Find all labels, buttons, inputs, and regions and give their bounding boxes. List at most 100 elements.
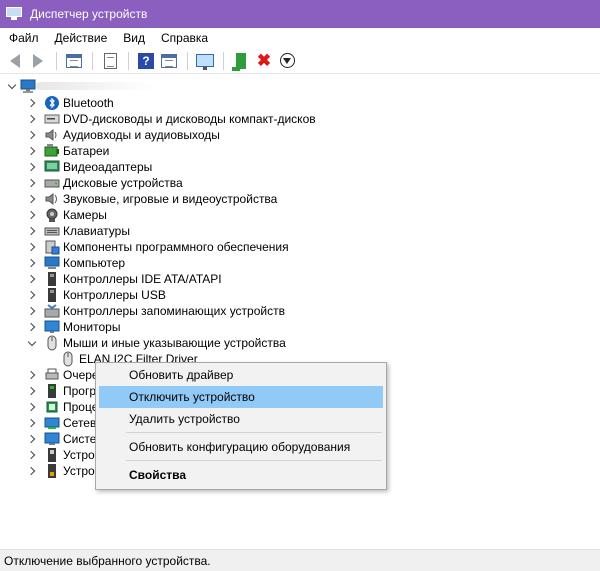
device-category[interactable]: Bluetooth xyxy=(0,95,600,111)
device-category[interactable]: Звуковые, игровые и видеоустройства xyxy=(0,191,600,207)
title-bar: Диспетчер устройств xyxy=(0,0,600,28)
chevron-right-icon[interactable] xyxy=(26,431,38,447)
device-category[interactable]: Контроллеры USB xyxy=(0,287,600,303)
show-hide-console-tree-button[interactable] xyxy=(63,50,85,72)
forward-button[interactable] xyxy=(27,50,49,72)
tree-item-label: Клавиатуры xyxy=(63,224,130,238)
tree-item-label: Контроллеры USB xyxy=(63,288,166,302)
chevron-right-icon[interactable] xyxy=(26,159,38,175)
hid-icon xyxy=(48,448,56,462)
ctx-disable-device[interactable]: Отключить устройство xyxy=(99,386,383,408)
tree-item-label: Батареи xyxy=(63,144,110,158)
speaker-icon xyxy=(45,129,57,141)
tree-item-label: Bluetooth xyxy=(63,96,114,110)
uninstall-x-icon: ✖ xyxy=(256,51,272,70)
chevron-right-icon[interactable] xyxy=(26,239,38,255)
device-category[interactable]: Контроллеры запоминающих устройств xyxy=(0,303,600,319)
tree-item-label: Компоненты программного обеспечения xyxy=(63,240,289,254)
chevron-right-icon[interactable] xyxy=(26,95,38,111)
chevron-right-icon[interactable] xyxy=(26,191,38,207)
computer-root-icon xyxy=(20,79,36,93)
scan-hardware-button[interactable] xyxy=(194,50,216,72)
tree-item-label: Контроллеры запоминающих устройств xyxy=(63,304,285,318)
help-icon: ? xyxy=(138,52,154,69)
chevron-right-icon[interactable] xyxy=(26,111,38,127)
print-queue-icon xyxy=(45,368,59,380)
tree-item-label: Мониторы xyxy=(63,320,121,334)
chevron-right-icon[interactable] xyxy=(26,463,38,479)
monitor-icon xyxy=(44,320,60,333)
help-button[interactable]: ? xyxy=(135,50,157,72)
chevron-right-icon[interactable] xyxy=(26,143,38,159)
device-category[interactable]: DVD-дисководы и дисководы компакт-дисков xyxy=(0,111,600,127)
status-bar: Отключение выбранного устройства. xyxy=(0,549,600,571)
device-category[interactable]: Компьютер xyxy=(0,255,600,271)
console-tree-icon xyxy=(66,53,82,68)
system-device-icon xyxy=(44,432,60,445)
device-manager-icon xyxy=(6,7,22,21)
toolbar-separator xyxy=(223,51,224,70)
toolbar-separator xyxy=(56,51,57,70)
device-category[interactable]: Аудиовходы и аудиовыходы xyxy=(0,127,600,143)
camera-icon xyxy=(46,208,58,222)
tree-item-label: Компьютер xyxy=(63,256,126,270)
menu-help[interactable]: Справка xyxy=(152,31,215,45)
menu-action[interactable]: Действие xyxy=(46,31,115,45)
scan-hardware-icon xyxy=(196,54,214,70)
tree-item-label: Мыши и иные указывающие устройства xyxy=(63,336,286,350)
ctx-separator xyxy=(126,460,382,461)
chevron-right-icon[interactable] xyxy=(26,271,38,287)
chevron-right-icon[interactable] xyxy=(26,415,38,431)
chevron-right-icon[interactable] xyxy=(26,175,38,191)
chevron-right-icon[interactable] xyxy=(26,127,38,143)
chevron-right-icon[interactable] xyxy=(26,319,38,335)
ctx-uninstall-device[interactable]: Удалить устройство xyxy=(99,408,383,430)
device-category[interactable]: Клавиатуры xyxy=(0,223,600,239)
update-driver-button[interactable] xyxy=(230,50,252,72)
device-category[interactable]: Видеоадаптеры xyxy=(0,159,600,175)
software-device-icon xyxy=(48,384,56,398)
dvd-drive-icon xyxy=(44,114,60,124)
software-component-icon xyxy=(45,240,60,255)
menu-view[interactable]: Вид xyxy=(114,31,152,45)
device-category[interactable]: Мониторы xyxy=(0,319,600,335)
device-category[interactable]: Дисковые устройства xyxy=(0,175,600,191)
network-adapter-icon xyxy=(44,417,60,429)
device-category[interactable]: Батареи xyxy=(0,143,600,159)
chevron-right-icon[interactable] xyxy=(26,399,38,415)
chevron-down-icon[interactable] xyxy=(6,78,18,94)
chevron-right-icon[interactable] xyxy=(26,367,38,383)
device-category[interactable]: Мыши и иные указывающие устройства xyxy=(0,335,600,351)
chevron-right-icon[interactable] xyxy=(26,223,38,239)
tree-item-label: Очере xyxy=(63,368,99,382)
ctx-properties[interactable]: Свойства xyxy=(99,464,383,486)
properties-button[interactable] xyxy=(99,50,121,72)
tree-item-label: Звуковые, игровые и видеоустройства xyxy=(63,192,278,206)
ctx-scan-hardware[interactable]: Обновить конфигурацию оборудования xyxy=(99,436,383,458)
chevron-right-icon[interactable] xyxy=(26,207,38,223)
usb-controller-icon xyxy=(48,288,56,302)
chevron-right-icon[interactable] xyxy=(26,447,38,463)
ctx-update-driver[interactable]: Обновить драйвер xyxy=(99,364,383,386)
menu-file[interactable]: Файл xyxy=(0,31,46,45)
back-button[interactable] xyxy=(4,50,26,72)
device-category[interactable]: Камеры xyxy=(0,207,600,223)
chevron-down-icon[interactable] xyxy=(26,335,38,351)
tree-item-label: Систе xyxy=(63,432,97,446)
ide-controller-icon xyxy=(48,272,56,286)
chevron-right-icon[interactable] xyxy=(26,303,38,319)
uninstall-device-button[interactable]: ✖ xyxy=(253,50,275,72)
chevron-right-icon[interactable] xyxy=(26,287,38,303)
tree-item-label: DVD-дисководы и дисководы компакт-дисков xyxy=(63,112,316,126)
toolbar-separator xyxy=(187,51,188,70)
chevron-right-icon[interactable] xyxy=(26,383,38,399)
usb-device-icon xyxy=(48,464,56,478)
tree-item-label: Видеоадаптеры xyxy=(63,160,153,174)
chevron-right-icon[interactable] xyxy=(26,255,38,271)
context-menu: Обновить драйвер Отключить устройство Уд… xyxy=(95,362,387,490)
device-category[interactable]: Контроллеры IDE ATA/ATAPI xyxy=(0,271,600,287)
action-pane-button[interactable] xyxy=(158,50,180,72)
disable-device-button[interactable] xyxy=(276,50,298,72)
device-category[interactable]: Компоненты программного обеспечения xyxy=(0,239,600,255)
back-arrow-icon xyxy=(10,53,20,68)
